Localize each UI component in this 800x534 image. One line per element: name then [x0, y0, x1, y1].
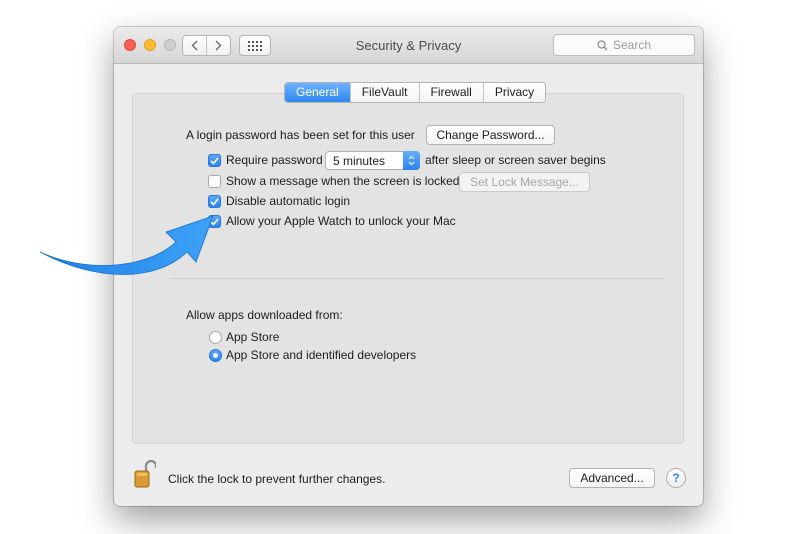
show-message-label: Show a message when the screen is locked	[226, 174, 460, 188]
lock-button[interactable]	[134, 459, 158, 488]
identified-developers-label: App Store and identified developers	[226, 348, 417, 362]
select-arrows-icon	[403, 151, 420, 170]
app-store-radio[interactable]	[209, 331, 222, 344]
tab-bar: General FileVault Firewall Privacy	[284, 82, 547, 103]
identified-developers-radio[interactable]	[209, 349, 222, 362]
title-bar: Security & Privacy Search	[114, 27, 703, 64]
tab-general[interactable]: General	[285, 83, 350, 102]
search-icon	[597, 39, 608, 50]
advanced-button[interactable]: Advanced...	[569, 468, 655, 488]
app-store-label: App Store	[226, 330, 280, 344]
help-button[interactable]: ?	[666, 468, 686, 488]
arrow-icon	[39, 215, 214, 275]
tab-privacy[interactable]: Privacy	[482, 83, 546, 102]
require-password-suffix: after sleep or screen saver begins	[425, 153, 606, 167]
lock-status-text: Click the lock to prevent further change…	[168, 472, 386, 486]
require-password-label: Require password	[226, 153, 323, 167]
disable-auto-login-label: Disable automatic login	[226, 194, 351, 208]
apple-watch-unlock-label: Allow your Apple Watch to unlock your Ma…	[226, 214, 456, 228]
password-delay-select[interactable]: 5 minutes	[325, 151, 420, 170]
change-password-button[interactable]: Change Password...	[426, 125, 555, 145]
tab-filevault[interactable]: FileVault	[349, 83, 419, 102]
search-placeholder: Search	[612, 38, 652, 52]
padlock-icon	[134, 459, 158, 488]
show-message-checkbox[interactable]	[208, 175, 221, 188]
tab-firewall[interactable]: Firewall	[418, 83, 483, 102]
password-delay-value: 5 minutes	[333, 154, 386, 168]
search-field[interactable]: Search	[553, 34, 695, 56]
login-password-text: A login password has been set for this u…	[186, 128, 415, 142]
checkmark-icon	[210, 156, 219, 165]
set-lock-message-button[interactable]: Set Lock Message...	[459, 172, 590, 192]
section-divider	[169, 278, 664, 279]
require-password-checkbox[interactable]	[208, 154, 221, 167]
allow-apps-heading: Allow apps downloaded from:	[186, 308, 343, 322]
